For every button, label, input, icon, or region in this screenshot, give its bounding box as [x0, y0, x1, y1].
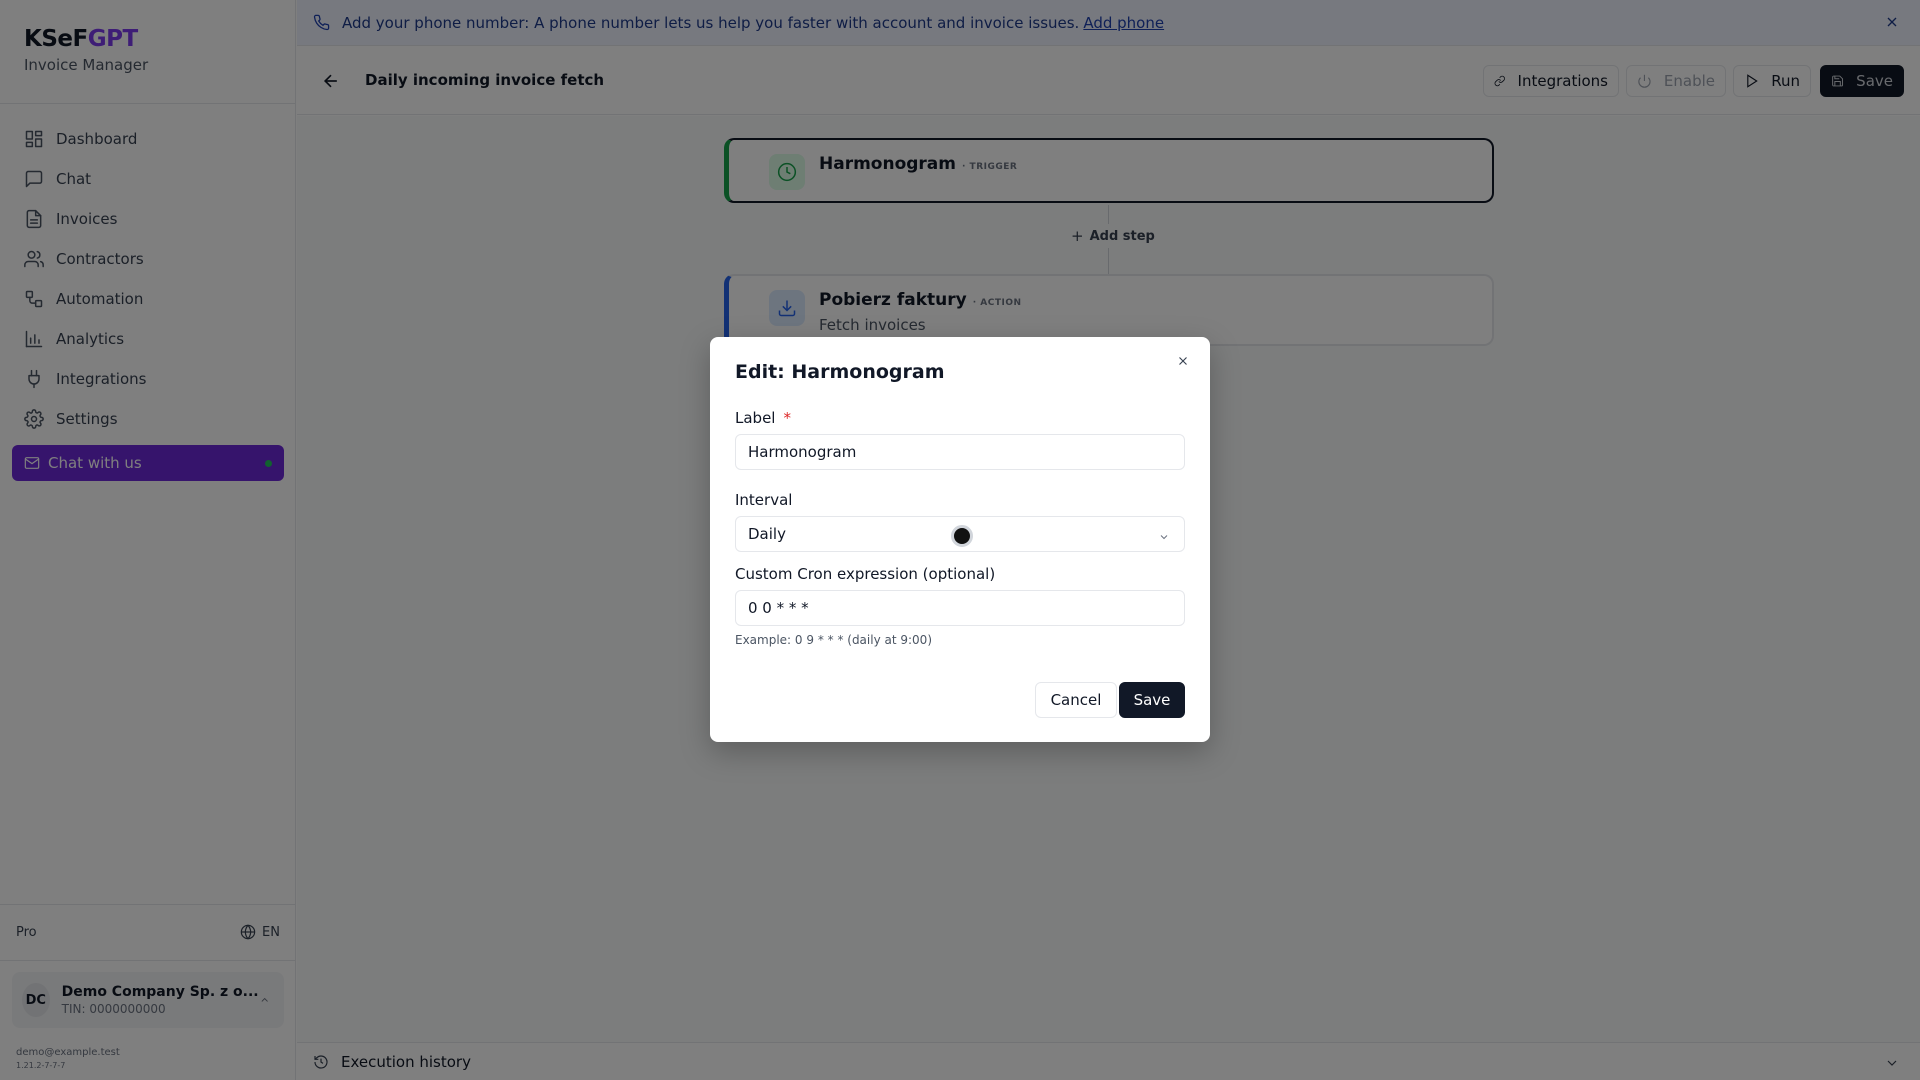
chevron-down-icon	[1158, 529, 1170, 541]
interval-select[interactable]: Daily	[735, 516, 1185, 552]
dialog-title: Edit: Harmonogram	[735, 361, 945, 383]
cancel-button[interactable]: Cancel	[1035, 682, 1117, 718]
label-field-text: Label	[735, 409, 776, 427]
required-marker: *	[783, 409, 791, 427]
cron-field-label: Custom Cron expression (optional)	[735, 565, 996, 583]
close-icon	[1179, 357, 1187, 365]
label-input[interactable]: Harmonogram	[735, 434, 1185, 470]
mouse-cursor-indicator	[951, 525, 973, 547]
label-input-value: Harmonogram	[748, 443, 857, 461]
interval-field-label: Interval	[735, 491, 793, 509]
cron-input-value: 0 0 * * *	[748, 599, 809, 617]
dialog-close-button[interactable]	[1176, 353, 1192, 369]
cron-hint: Example: 0 9 * * * (daily at 9:00)	[735, 633, 932, 647]
dialog-save-button[interactable]: Save	[1119, 682, 1185, 718]
interval-select-value: Daily	[748, 525, 786, 543]
cron-input[interactable]: 0 0 * * *	[735, 590, 1185, 626]
label-field-label: Label *	[735, 409, 791, 427]
edit-node-dialog: Edit: Harmonogram Label * Harmonogram Int…	[710, 337, 1210, 742]
